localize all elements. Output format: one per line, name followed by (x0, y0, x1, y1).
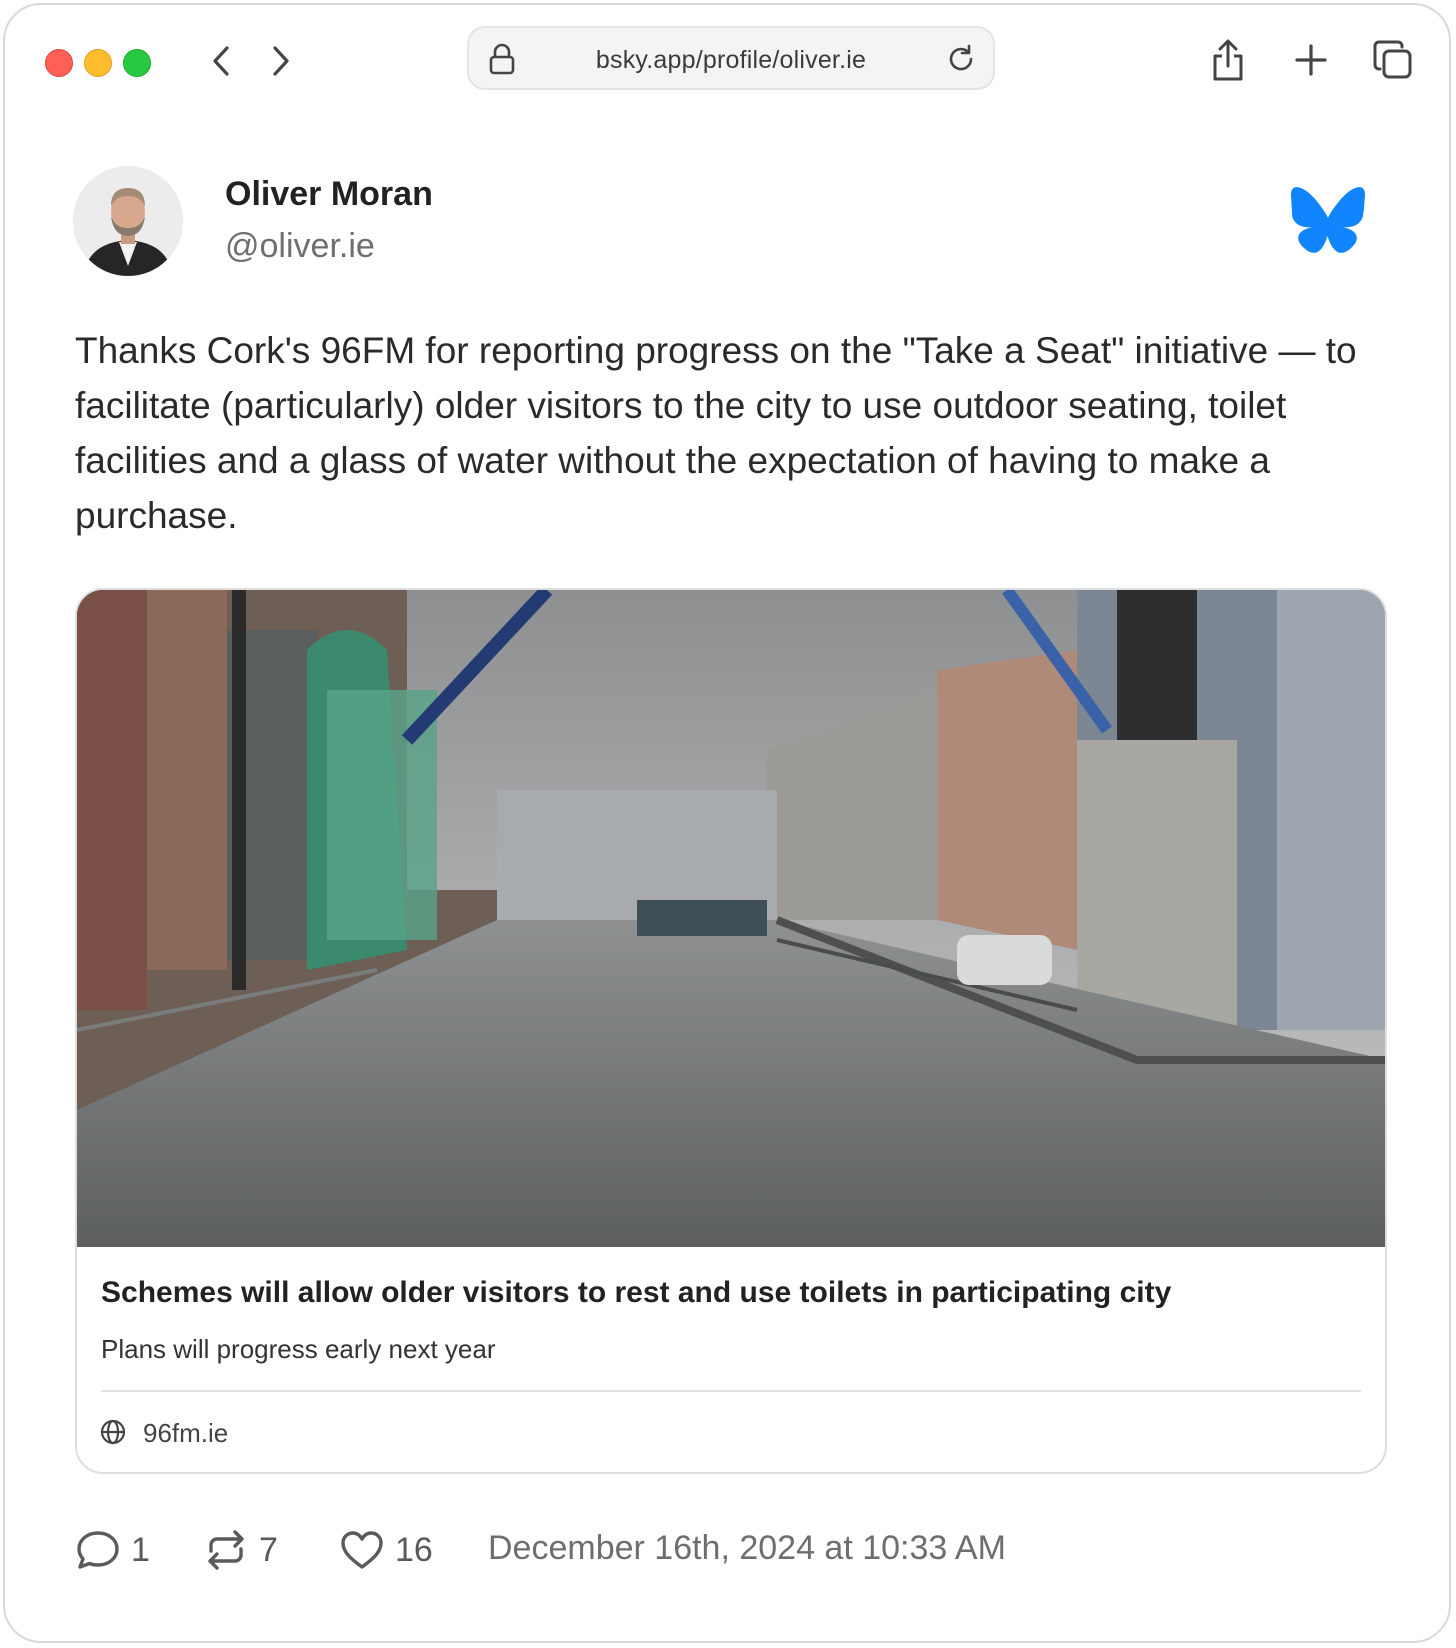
profile-handle[interactable]: @oliver.ie (225, 227, 375, 266)
avatar[interactable] (73, 166, 183, 276)
reply-icon (77, 1531, 119, 1569)
like-count: 16 (395, 1530, 433, 1569)
show-tabs-button[interactable] (1370, 37, 1416, 83)
tabs-icon (1373, 40, 1412, 79)
url-text: bsky.app/profile/oliver.ie (595, 46, 867, 74)
like-button[interactable]: 16 (339, 1527, 433, 1573)
repost-count: 7 (259, 1530, 278, 1569)
zoom-window-button[interactable] (123, 49, 151, 77)
chevron-left-icon (213, 46, 229, 76)
bluesky-butterfly-icon[interactable] (1291, 187, 1365, 253)
post-timestamp[interactable]: December 16th, 2024 at 10:33 AM (488, 1529, 1006, 1568)
link-card-image (77, 590, 1385, 1247)
avatar-image (73, 166, 183, 276)
new-tab-button[interactable] (1288, 37, 1334, 83)
reload-icon[interactable] (945, 43, 977, 75)
plus-icon (1295, 44, 1327, 76)
repost-icon (208, 1530, 244, 1570)
address-bar[interactable]: bsky.app/profile/oliver.ie (467, 26, 995, 90)
link-card-domain: 96fm.ie (143, 1418, 229, 1448)
link-card[interactable]: Schemes will allow older visitors to res… (75, 588, 1387, 1474)
post-text: Thanks Cork's 96FM for reporting progres… (75, 330, 1357, 536)
close-window-button[interactable] (45, 49, 73, 77)
reply-button[interactable]: 1 (75, 1527, 150, 1573)
forward-button[interactable] (261, 41, 301, 81)
minimize-window-button[interactable] (84, 49, 112, 77)
browser-window: bsky.app/profile/oliver.ie Oliver Moran … (3, 3, 1451, 1643)
share-icon (1213, 39, 1243, 81)
reply-count: 1 (131, 1530, 150, 1569)
chevron-right-icon (273, 46, 289, 76)
display-name[interactable]: Oliver Moran (225, 175, 433, 214)
link-card-description: Plans will progress early next year (101, 1334, 496, 1364)
back-button[interactable] (201, 41, 241, 81)
share-button[interactable] (1205, 37, 1251, 83)
link-card-title: Schemes will allow older visitors to res… (101, 1276, 1172, 1309)
globe-icon (100, 1419, 126, 1445)
repost-button[interactable]: 7 (203, 1527, 278, 1573)
heart-icon (341, 1531, 383, 1569)
link-card-divider (101, 1390, 1361, 1392)
